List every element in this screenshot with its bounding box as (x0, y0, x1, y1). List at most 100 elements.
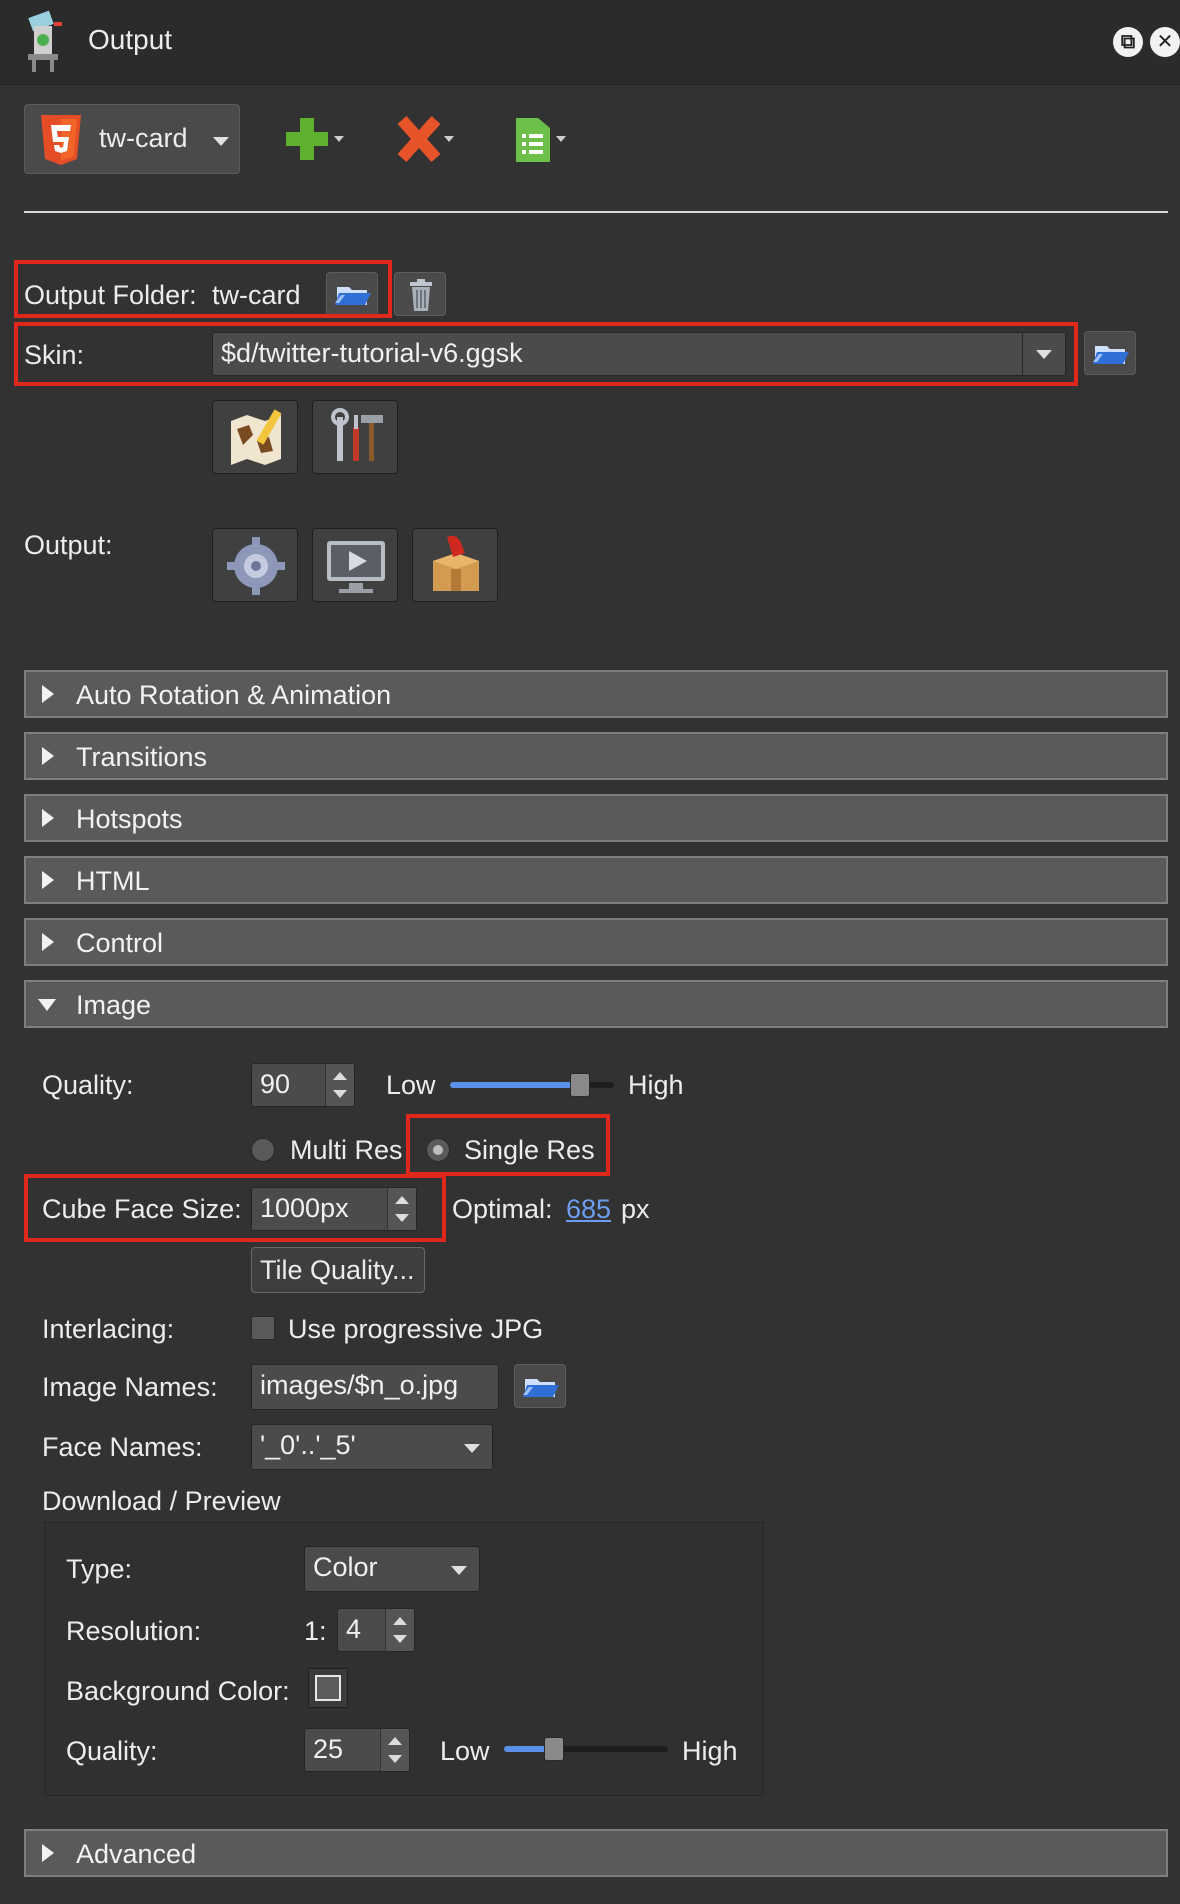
optimal-label: Optimal: (452, 1194, 553, 1224)
preview-type-label: Type: (66, 1554, 133, 1584)
monitor-play-icon (327, 541, 385, 593)
resolution-stepper[interactable] (385, 1609, 414, 1651)
restore-icon[interactable]: ⧉ (1113, 27, 1143, 57)
background-color-swatch[interactable] (308, 1668, 348, 1708)
preview-type-dropdown[interactable]: Color (304, 1546, 480, 1592)
window-title: Output (88, 24, 173, 55)
preview-quality-high-label: High (682, 1736, 738, 1766)
quality-low-label: Low (386, 1070, 436, 1100)
output-folder-delete-button[interactable] (394, 272, 446, 316)
preview-quality-value: 25 (313, 1734, 344, 1764)
add-output-button[interactable] (284, 114, 346, 164)
output-label: Output: (24, 530, 113, 560)
quality-high-label: High (628, 1070, 684, 1100)
section-control[interactable]: Control (24, 918, 1168, 966)
multi-res-radio[interactable] (251, 1138, 275, 1162)
interlacing-label: Interlacing: (42, 1314, 175, 1344)
skin-browse-button[interactable] (1084, 331, 1136, 375)
quality-slider[interactable] (450, 1072, 614, 1098)
slider-handle[interactable] (544, 1737, 564, 1761)
section-html[interactable]: HTML (24, 856, 1168, 904)
preview-quality-stepper[interactable] (380, 1729, 409, 1771)
section-title: Image (76, 990, 152, 1020)
close-icon[interactable]: ✕ (1150, 27, 1180, 57)
section-title: Auto Rotation & Animation (76, 680, 392, 710)
quality-spinbox[interactable]: 90 (251, 1063, 355, 1107)
face-names-label: Face Names: (42, 1432, 203, 1462)
expand-arrow-icon (42, 933, 54, 951)
output-preview-button[interactable] (312, 528, 398, 602)
section-title: HTML (76, 866, 150, 896)
preview-type-value: Color (313, 1552, 378, 1582)
preview-quality-slider[interactable] (504, 1736, 668, 1762)
section-title: Advanced (76, 1839, 197, 1869)
expand-arrow-icon (42, 685, 54, 703)
section-image[interactable]: Image (24, 980, 1168, 1028)
tools-icon (331, 408, 383, 461)
expand-arrow-icon (42, 871, 54, 889)
chevron-down-icon (464, 1444, 480, 1453)
quality-label: Quality: (42, 1070, 134, 1100)
section-auto-rotation[interactable]: Auto Rotation & Animation (24, 670, 1168, 718)
collapse-arrow-icon (38, 999, 56, 1011)
image-names-browse-button[interactable] (514, 1364, 566, 1408)
output-list-button[interactable] (512, 114, 574, 164)
optimal-size-link[interactable]: 685 (566, 1194, 611, 1225)
preview-quality-label: Quality: (66, 1736, 158, 1766)
gear-icon (227, 537, 285, 595)
toolbar-divider (24, 211, 1168, 213)
output-package-button[interactable] (412, 528, 498, 602)
skin-highlight (14, 322, 1078, 386)
slider-fill (450, 1082, 580, 1088)
app-icon (24, 10, 64, 72)
tile-quality-button[interactable]: Tile Quality... (251, 1247, 425, 1293)
quality-stepper[interactable] (325, 1064, 354, 1106)
chevron-down-icon (451, 1566, 467, 1575)
multi-res-label: Multi Res (290, 1135, 403, 1165)
folder-open-icon (1093, 346, 1129, 364)
background-color-label: Background Color: (66, 1676, 290, 1706)
progressive-jpg-checkbox[interactable] (251, 1316, 275, 1340)
slider-handle[interactable] (570, 1073, 590, 1097)
tile-quality-label: Tile Quality... (260, 1255, 415, 1285)
single-res-highlight (406, 1114, 610, 1176)
section-advanced[interactable]: Advanced (24, 1829, 1168, 1877)
quality-value: 90 (260, 1069, 291, 1099)
output-type-label: tw-card (99, 123, 188, 153)
title-bar (0, 0, 1180, 85)
map-pencil-icon (231, 409, 282, 465)
trash-icon (410, 279, 432, 311)
remove-output-button[interactable] (396, 114, 458, 164)
image-names-label: Image Names: (42, 1372, 218, 1402)
preview-resolution-prefix: 1: (304, 1616, 327, 1646)
skin-editor-button[interactable] (212, 400, 298, 474)
download-preview-label: Download / Preview (42, 1486, 281, 1516)
color-swatch-inner (315, 1675, 341, 1701)
section-hotspots[interactable]: Hotspots (24, 794, 1168, 842)
preview-resolution-label: Resolution: (66, 1616, 202, 1646)
preview-resolution-value: 4 (346, 1614, 362, 1644)
face-names-dropdown[interactable]: '_0'..'_5' (251, 1424, 493, 1470)
progressive-jpg-label: Use progressive JPG (288, 1314, 544, 1344)
chevron-down-icon (213, 137, 229, 146)
output-settings-button[interactable] (212, 528, 298, 602)
optimal-unit: px (621, 1194, 650, 1224)
html5-icon (39, 115, 83, 170)
output-folder-highlight (14, 260, 392, 318)
preview-resolution-spinbox[interactable]: 4 (337, 1608, 415, 1652)
section-title: Transitions (76, 742, 208, 772)
expand-arrow-icon (42, 1844, 54, 1862)
package-icon (433, 535, 479, 591)
section-title: Control (76, 928, 164, 958)
folder-open-icon (523, 1379, 559, 1397)
face-names-value: '_0'..'_5' (260, 1430, 356, 1460)
preview-quality-spinbox[interactable]: 25 (304, 1728, 410, 1772)
output-type-dropdown[interactable]: tw-card (24, 104, 240, 174)
cube-face-highlight (24, 1174, 446, 1242)
image-names-input[interactable]: images/$n_o.jpg (251, 1364, 499, 1410)
section-transitions[interactable]: Transitions (24, 732, 1168, 780)
expand-arrow-icon (42, 809, 54, 827)
section-title: Hotspots (76, 804, 183, 834)
skin-tools-button[interactable] (312, 400, 398, 474)
image-names-value: images/$n_o.jpg (260, 1370, 459, 1400)
